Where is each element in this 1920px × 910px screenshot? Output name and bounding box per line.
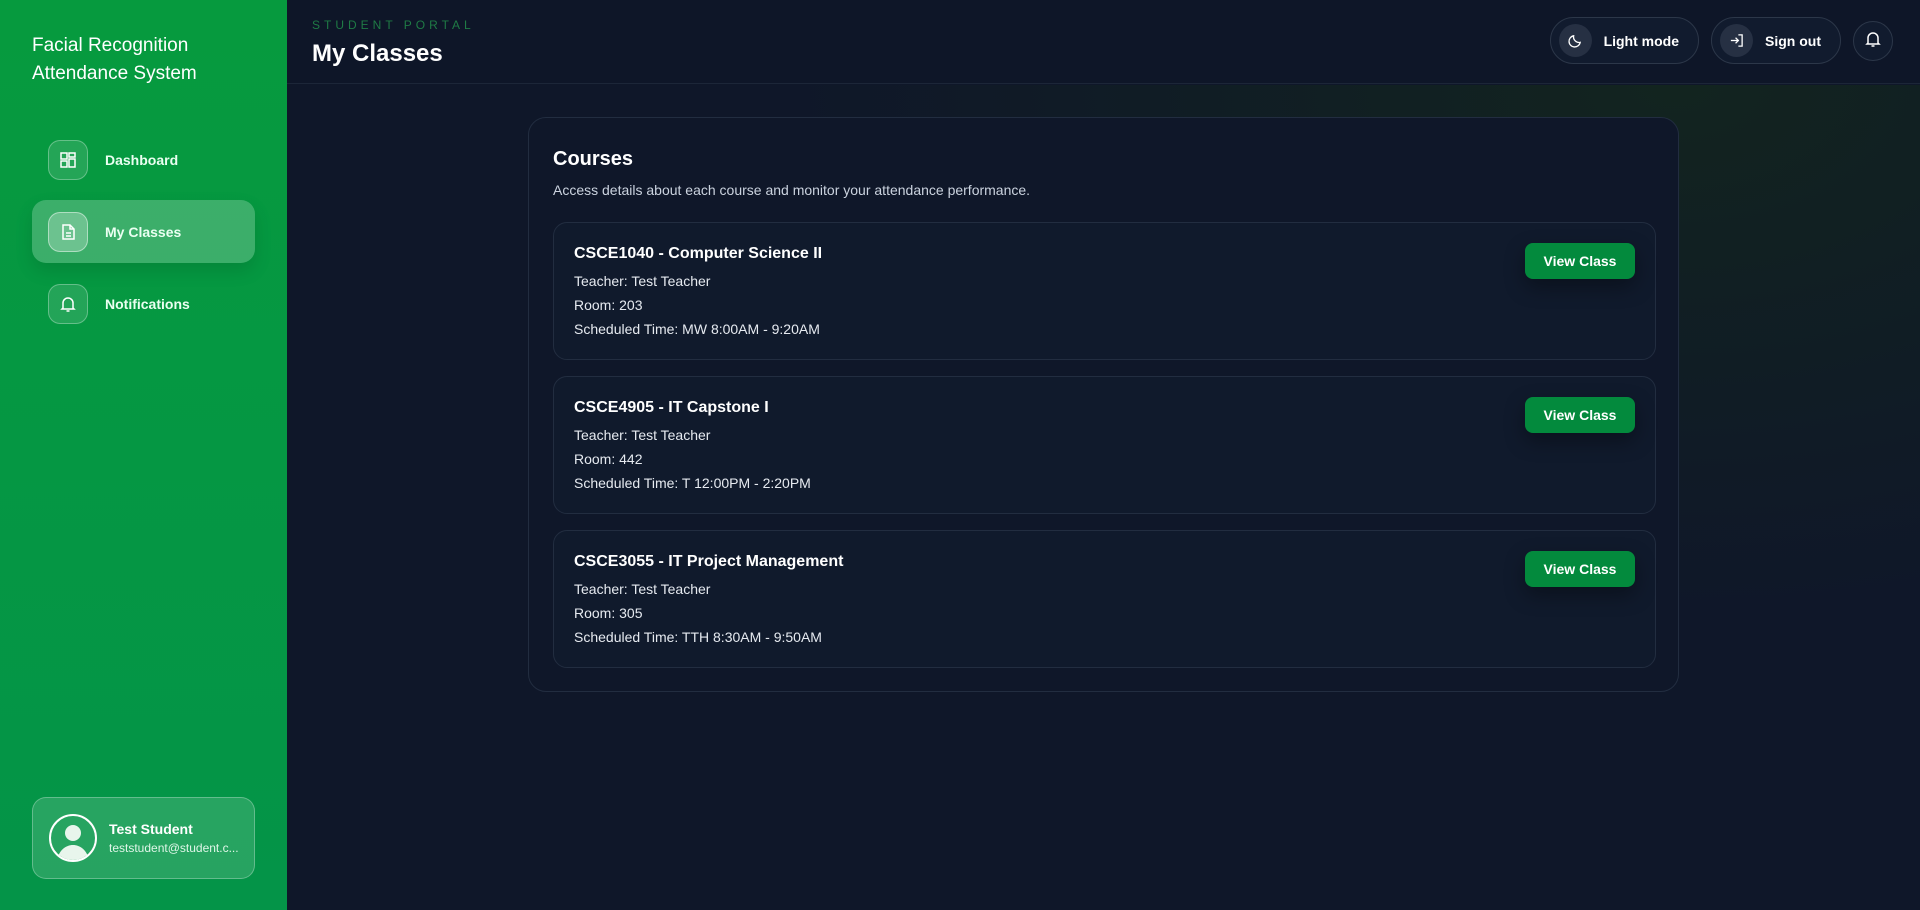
course-name: CSCE3055 - IT Project Management	[574, 553, 844, 570]
course-room: Room: 305	[574, 605, 643, 621]
light-mode-button[interactable]: Light mode	[1549, 17, 1699, 64]
user-email: teststudent@student.c...	[109, 841, 238, 855]
user-card[interactable]: Test Student teststudent@student.c...	[32, 797, 255, 879]
course-name: CSCE4905 - IT Capstone I	[574, 399, 769, 416]
user-name: Test Student	[109, 821, 193, 837]
sign-in-arrow-icon	[1720, 24, 1753, 57]
sign-out-button[interactable]: Sign out	[1711, 17, 1841, 64]
notifications-bell-button[interactable]	[1853, 20, 1893, 61]
sidebar-nav: Dashboard My Classes Notifications	[32, 128, 255, 344]
course-list: CSCE1040 - Computer Science II Teacher: …	[553, 222, 1656, 684]
course-teacher: Teacher: Test Teacher	[574, 273, 711, 289]
top-bar: STUDENT PORTAL My Classes Light mode Sig…	[287, 0, 1920, 84]
courses-panel: Courses Access details about each course…	[528, 117, 1679, 692]
dashboard-icon	[48, 139, 88, 180]
app-title: Facial Recognition Attendance System	[32, 35, 197, 84]
course-name: CSCE1040 - Computer Science II	[574, 245, 823, 262]
sidebar-item-my-classes[interactable]: My Classes	[32, 200, 255, 263]
view-class-button[interactable]: View Class	[1525, 397, 1635, 433]
bell-icon	[48, 283, 88, 324]
course-time: Scheduled Time: TTH 8:30AM - 9:50AM	[574, 629, 822, 645]
main-content: Courses Access details about each course…	[287, 85, 1920, 910]
sidebar-item-dashboard[interactable]: Dashboard	[32, 128, 255, 191]
moon-icon	[1558, 24, 1592, 57]
course-teacher: Teacher: Test Teacher	[574, 427, 711, 443]
avatar	[49, 814, 97, 862]
sidebar-item-label: Notifications	[105, 295, 190, 312]
course-card: CSCE3055 - IT Project Management Teacher…	[553, 530, 1656, 668]
view-class-button[interactable]: View Class	[1525, 551, 1635, 587]
courses-title: Courses	[553, 148, 634, 170]
view-class-button[interactable]: View Class	[1525, 243, 1635, 279]
light-mode-label: Light mode	[1603, 32, 1679, 49]
course-room: Room: 203	[574, 297, 643, 313]
sidebar-item-notifications[interactable]: Notifications	[32, 272, 255, 335]
page-title: My Classes	[312, 40, 443, 67]
document-icon	[48, 211, 88, 252]
portal-label: STUDENT PORTAL	[312, 18, 475, 32]
course-room: Room: 442	[574, 451, 643, 467]
course-time: Scheduled Time: T 12:00PM - 2:20PM	[574, 475, 811, 491]
sidebar: Facial Recognition Attendance System Das…	[0, 0, 287, 910]
bell-icon	[1864, 30, 1882, 51]
course-teacher: Teacher: Test Teacher	[574, 581, 711, 597]
sidebar-item-label: My Classes	[105, 223, 182, 240]
course-card: CSCE4905 - IT Capstone I Teacher: Test T…	[553, 376, 1656, 514]
course-time: Scheduled Time: MW 8:00AM - 9:20AM	[574, 321, 820, 337]
sidebar-item-label: Dashboard	[105, 151, 179, 168]
sign-out-label: Sign out	[1765, 32, 1821, 49]
courses-subtitle: Access details about each course and mon…	[553, 182, 1031, 198]
course-card: CSCE1040 - Computer Science II Teacher: …	[553, 222, 1656, 360]
